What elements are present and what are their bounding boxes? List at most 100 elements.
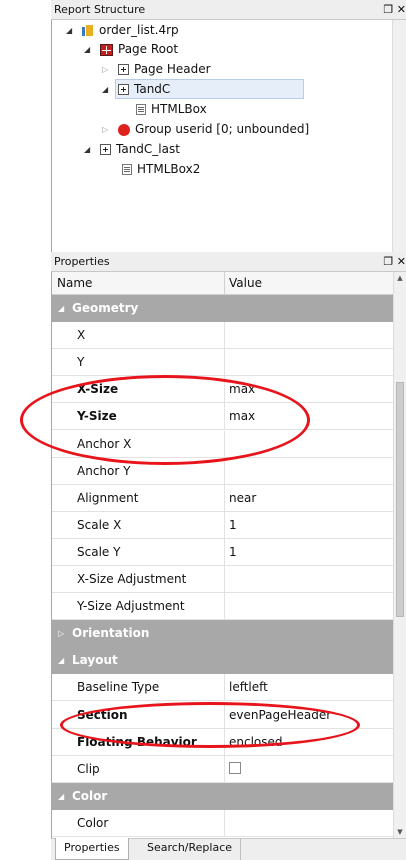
property-name: Clip <box>77 761 100 776</box>
category-expander-icon[interactable]: ◢ <box>58 783 64 810</box>
property-row[interactable]: Clip <box>52 755 394 783</box>
property-name: Y <box>77 355 85 370</box>
tab-properties[interactable]: Properties <box>55 838 129 860</box>
property-row[interactable]: Anchor X <box>52 430 394 458</box>
property-value[interactable] <box>224 430 393 458</box>
tree-node[interactable]: TandC <box>115 79 304 99</box>
category-label: Geometry <box>72 301 139 315</box>
property-category[interactable]: ◢ Geometry <box>52 295 394 322</box>
property-row[interactable]: X-Size max <box>52 376 394 404</box>
tree-expander-icon[interactable]: ◢ <box>66 26 72 35</box>
property-value[interactable]: leftleft <box>224 674 393 702</box>
expand-box-icon <box>118 64 129 75</box>
property-name: X-Size Adjustment <box>77 572 187 586</box>
property-row[interactable]: Baseline Type leftleft <box>52 674 394 702</box>
category-expander-icon[interactable]: ▷ <box>58 620 64 647</box>
property-name: X-Size <box>77 382 119 397</box>
property-name: Y-Size Adjustment <box>77 599 185 614</box>
property-value[interactable]: evenPageHeader <box>224 701 393 729</box>
tree-node[interactable]: HTMLBox2 <box>122 159 200 179</box>
property-row[interactable]: X-Size Adjustment <box>52 566 394 593</box>
property-row[interactable]: Color <box>52 809 394 837</box>
category-label: Color <box>72 788 108 803</box>
page-root-icon <box>100 43 113 56</box>
property-name: Scale Y <box>77 544 121 559</box>
tree-node[interactable]: Page Root <box>100 39 178 59</box>
property-value[interactable]: 1 <box>224 511 393 539</box>
tree-node[interactable]: order_list.4rp <box>82 20 179 40</box>
category-label: Orientation <box>72 626 150 641</box>
property-row[interactable]: Y-Size max <box>52 403 394 431</box>
tree-node-label: HTMLBox <box>151 102 207 116</box>
bottom-tab-bar: Properties Search/Replace <box>51 838 406 860</box>
report-structure-title: Report Structure <box>54 3 146 16</box>
property-row[interactable]: Y-Size Adjustment <box>52 593 394 621</box>
property-row[interactable]: Section evenPageHeader <box>52 701 394 729</box>
property-category[interactable]: ◢ Color <box>52 782 394 810</box>
scrollbar-thumb[interactable] <box>396 382 404 617</box>
property-value[interactable] <box>224 457 393 485</box>
report-structure-title-bar: Report Structure ❐ ✕ <box>51 0 406 20</box>
tree-node-label: HTMLBox2 <box>137 162 201 176</box>
report-file-icon <box>82 24 94 37</box>
tree-expander-icon[interactable]: ◢ <box>84 145 90 154</box>
panel-window-controls[interactable]: ❐ ✕ <box>383 0 406 19</box>
property-row[interactable]: Scale Y 1 <box>52 538 394 566</box>
category-expander-icon[interactable]: ◢ <box>58 295 64 322</box>
property-name: Color <box>77 815 109 830</box>
html-box-icon <box>122 164 132 175</box>
category-expander-icon[interactable]: ◢ <box>58 647 64 674</box>
expand-box-icon <box>100 144 111 155</box>
property-row[interactable]: Floating Behavior enclosed <box>52 728 394 756</box>
tree-scrollbar[interactable] <box>392 20 406 252</box>
name-column-header: Name <box>57 276 93 290</box>
tree-node-label: order_list.4rp <box>99 23 179 37</box>
tab-search-replace[interactable]: Search/Replace <box>139 838 242 860</box>
scroll-up-arrow-icon[interactable]: ▲ <box>394 274 406 282</box>
property-name: Anchor X <box>77 436 132 451</box>
property-row[interactable]: Scale X 1 <box>52 511 394 539</box>
tree-expander-icon[interactable]: ◢ <box>102 85 108 94</box>
tree-node-label: TandC <box>134 82 171 96</box>
tree-node[interactable]: Group userid [0; unbounded] <box>118 119 309 139</box>
html-box-icon <box>136 104 146 115</box>
tree-node[interactable]: TandC_last <box>100 139 180 159</box>
property-value[interactable]: 1 <box>224 538 393 566</box>
property-row[interactable]: Y <box>52 349 394 377</box>
property-name: Scale X <box>77 517 122 532</box>
property-value[interactable] <box>224 322 393 350</box>
properties-grid: Name Value ◢ Geometry X Y X-Size max Y-Size max… <box>51 272 406 838</box>
property-value[interactable] <box>224 593 393 621</box>
tree-node-label: Page Header <box>134 62 211 76</box>
clip-checkbox[interactable] <box>229 762 241 775</box>
property-value[interactable]: near <box>224 484 393 512</box>
expand-box-icon <box>118 84 129 95</box>
grid-header-row: Name Value <box>52 272 394 295</box>
properties-title: Properties <box>54 255 110 268</box>
scroll-down-arrow-icon[interactable]: ▼ <box>394 828 406 836</box>
property-value[interactable]: enclosed <box>224 728 393 756</box>
properties-window-controls[interactable]: ❐ ✕ <box>383 252 406 271</box>
property-name: X <box>77 328 86 343</box>
tree-node[interactable]: HTMLBox <box>136 99 207 119</box>
property-value[interactable]: max <box>224 403 393 431</box>
report-structure-tree: ◢ order_list.4rp ◢ Page Root ▷ Page Header ◢ Ta… <box>51 20 406 252</box>
property-value[interactable] <box>224 349 393 377</box>
tree-node-label: TandC_last <box>116 142 180 156</box>
tree-expander-icon[interactable]: ▷ <box>102 65 108 74</box>
property-value[interactable] <box>224 566 393 593</box>
property-value[interactable]: max <box>224 376 393 404</box>
property-row[interactable]: X <box>52 322 394 350</box>
value-column-header: Value <box>224 272 393 294</box>
category-label: Layout <box>72 653 118 668</box>
property-value[interactable] <box>224 809 393 837</box>
property-row[interactable]: Alignment near <box>52 484 394 512</box>
property-category[interactable]: ◢ Layout <box>52 647 394 675</box>
tree-expander-icon[interactable]: ◢ <box>84 45 90 54</box>
properties-scrollbar[interactable]: ▲ ▼ <box>393 272 406 838</box>
property-row[interactable]: Anchor Y <box>52 457 394 485</box>
property-category[interactable]: ▷ Orientation <box>52 620 394 648</box>
tree-expander-icon[interactable]: ▷ <box>102 125 108 134</box>
property-value[interactable] <box>224 755 393 783</box>
tree-node[interactable]: Page Header <box>118 59 211 79</box>
